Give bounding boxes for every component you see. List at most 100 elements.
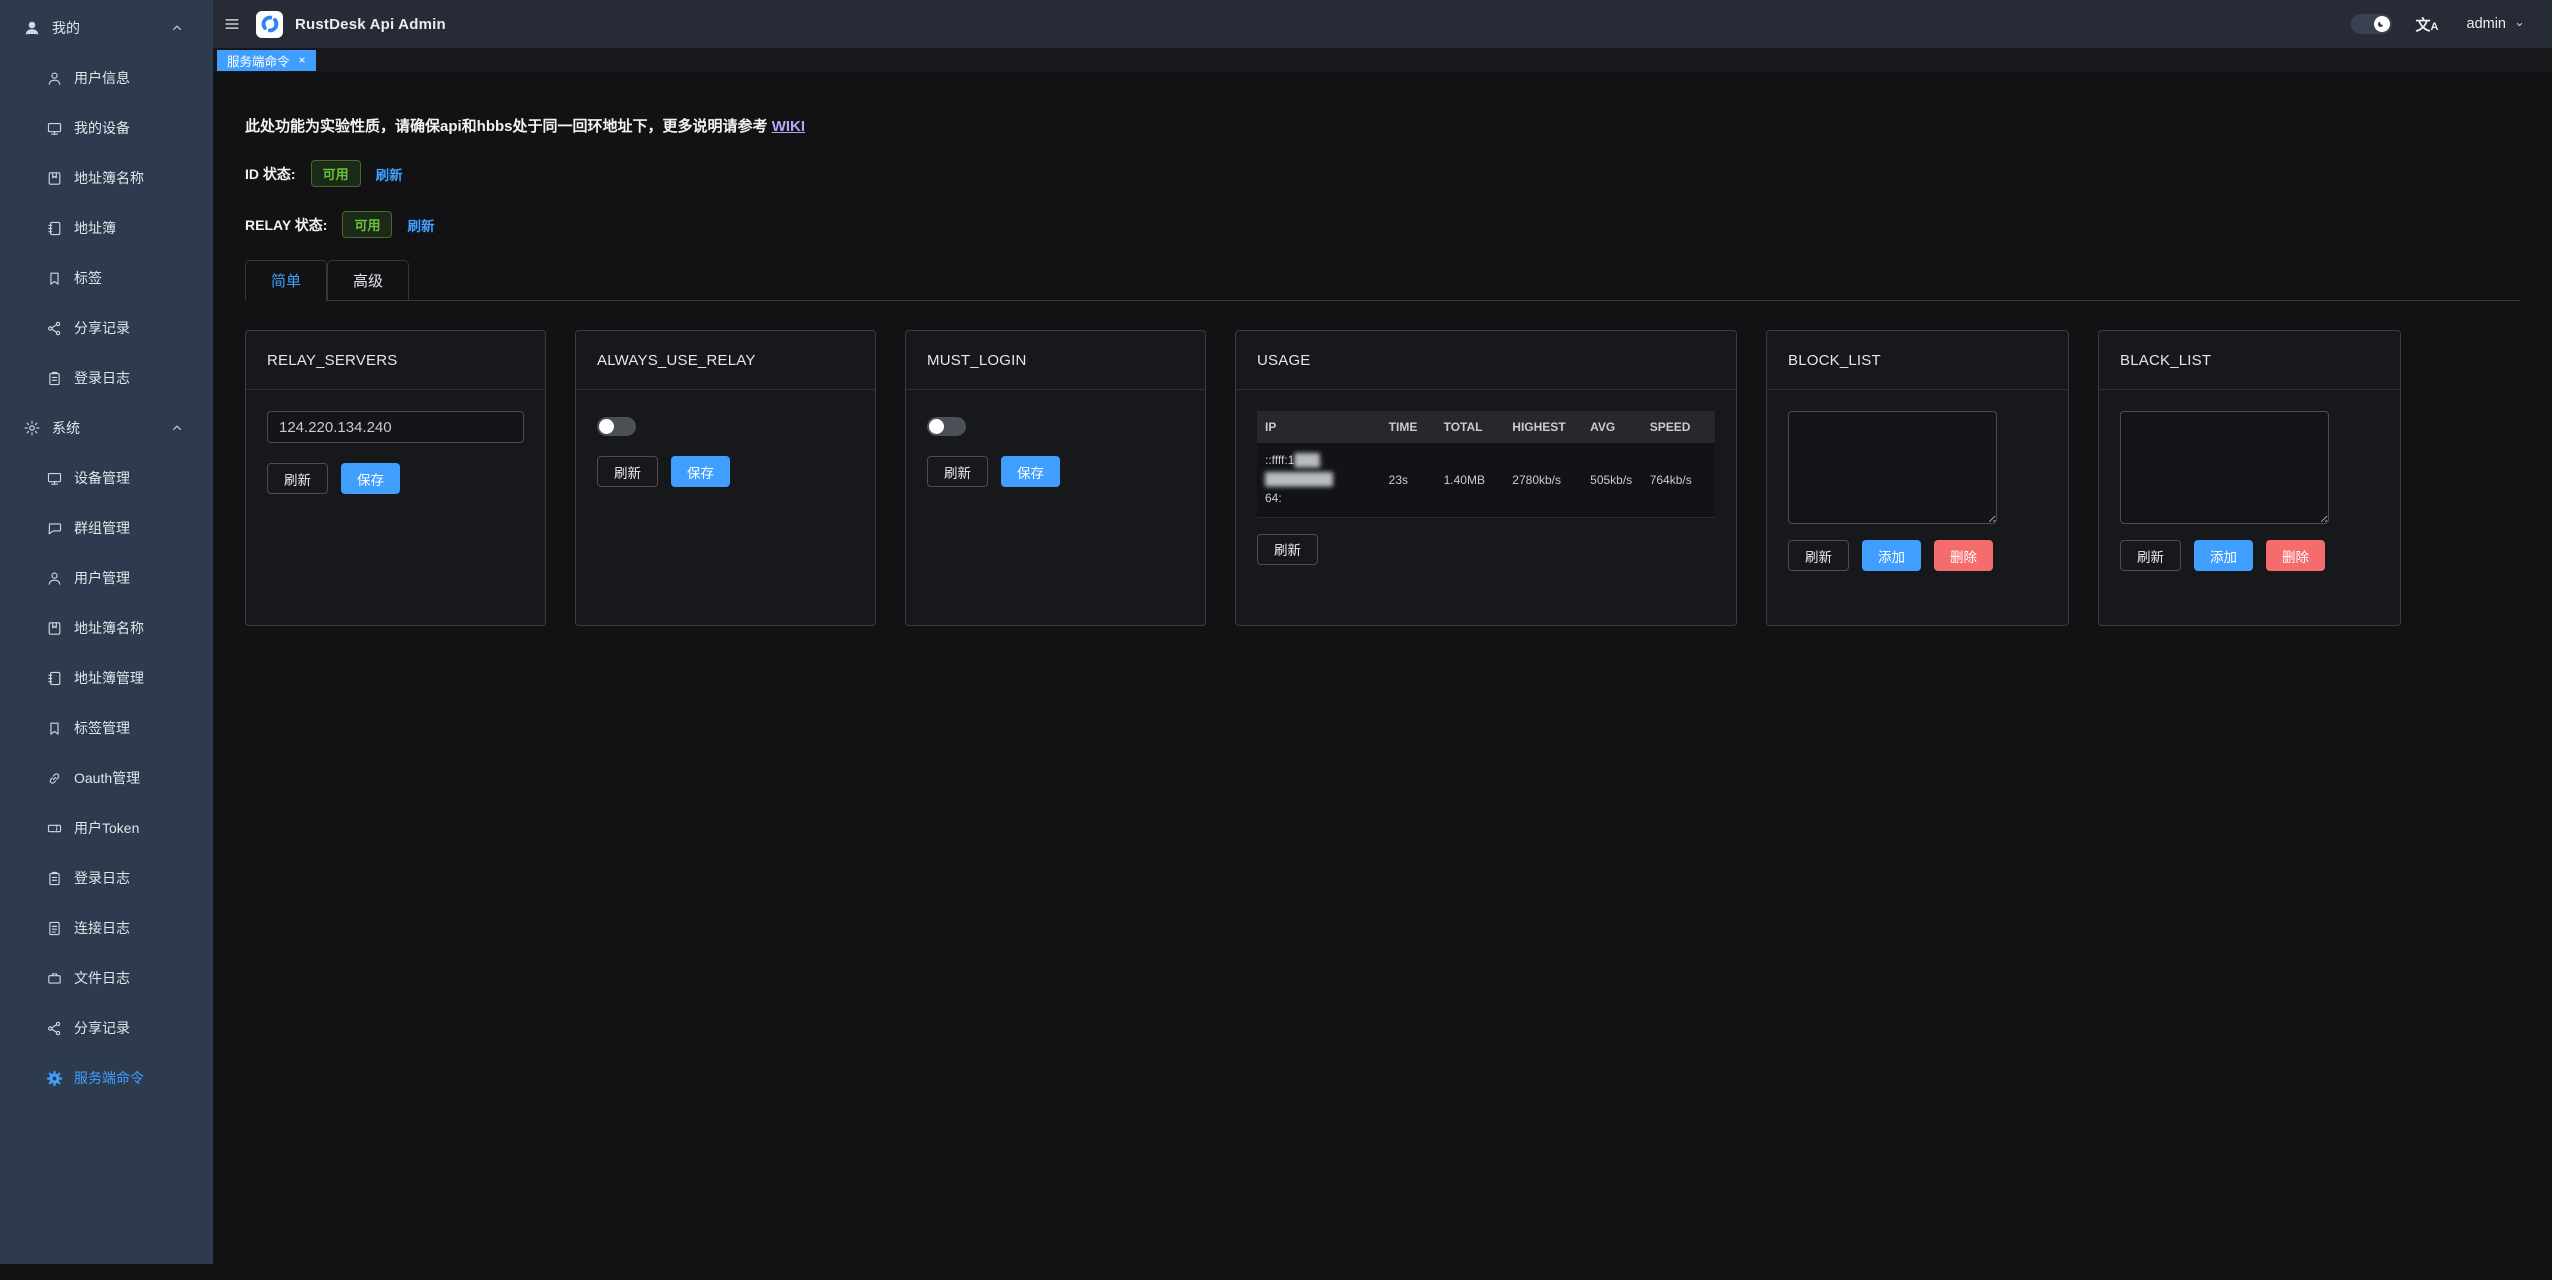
collapse-sidebar-icon[interactable] [223,15,241,33]
sidebar-item-user-token[interactable]: 用户Token [0,803,213,853]
sidebar-item-address-book-names[interactable]: 地址簿名称 [0,153,213,203]
sidebar-item-device-management[interactable]: 设备管理 [0,453,213,503]
tab-advanced[interactable]: 高级 [327,260,409,300]
button-row: 刷新 保存 [267,463,524,494]
sidebar-item-label: 文件日志 [74,968,130,988]
sidebar-item-share-records[interactable]: 分享记录 [0,303,213,353]
column-header: TOTAL [1436,411,1505,443]
card-title: USAGE [1236,331,1736,390]
main-content: 此处功能为实验性质，请确保api和hbbs处于同一回环地址下，更多说明请参考 W… [213,72,2552,1280]
sidebar-item-group-management[interactable]: 群组管理 [0,503,213,553]
folder-icon [46,970,63,987]
sidebar-item-label: 地址簿管理 [74,668,144,688]
sidebar-section-system[interactable]: 系统 [0,403,213,453]
black-list-textarea[interactable] [2120,411,2329,524]
wiki-link[interactable]: WIKI [772,118,805,135]
rustdesk-logo-icon [259,13,281,35]
sidebar-item-tags[interactable]: 标签 [0,253,213,303]
delete-button[interactable]: 删除 [1934,540,1993,571]
rustdesk-logo [256,11,283,38]
tab-simple[interactable]: 简单 [245,260,327,301]
link-icon [46,770,63,787]
sidebar-item-label: 分享记录 [74,1018,130,1038]
usage-table: IP TIME TOTAL HIGHEST AVG SPEED ::ffff:1… [1257,411,1715,518]
user-filled-icon [23,19,41,37]
sidebar-item-oauth-management[interactable]: Oauth管理 [0,753,213,803]
save-button[interactable]: 保存 [671,456,730,487]
sidebar-item-login-logs[interactable]: 登录日志 [0,353,213,403]
refresh-link[interactable]: 刷新 [407,215,434,235]
sidebar-section-my[interactable]: 我的 [0,3,213,53]
sidebar-item-my-devices[interactable]: 我的设备 [0,103,213,153]
tab-label: 服务端命令 [227,51,290,70]
id-status-row: ID 状态: 可用 刷新 [245,160,2552,187]
close-icon[interactable]: × [299,54,306,66]
sidebar-item-file-logs[interactable]: 文件日志 [0,953,213,1003]
user-menu[interactable]: admin [2467,16,2527,32]
relay-servers-input[interactable] [267,411,524,443]
card-body: 刷新 保存 [246,390,545,515]
notice-text: 此处功能为实验性质，请确保api和hbbs处于同一回环地址下，更多说明请参考 [245,118,772,135]
refresh-button[interactable]: 刷新 [2120,540,2181,571]
share-icon [46,1020,63,1037]
relay-status-row: RELAY 状态: 可用 刷新 [245,211,2552,238]
sidebar-item-connection-logs[interactable]: 连接日志 [0,903,213,953]
always-use-relay-toggle[interactable] [597,417,636,436]
sidebar-item-label: 标签管理 [74,718,130,738]
card-relay-servers: RELAY_SERVERS 刷新 保存 [245,330,546,626]
experimental-notice: 此处功能为实验性质，请确保api和hbbs处于同一回环地址下，更多说明请参考 W… [213,72,2552,136]
dark-mode-toggle[interactable] [2351,14,2392,34]
redacted-ip: ███. [1294,453,1323,467]
refresh-button[interactable]: 刷新 [597,456,658,487]
language-switch-icon[interactable]: 文A [2416,14,2439,35]
delete-button[interactable]: 删除 [2266,540,2325,571]
sidebar-item-label: 设备管理 [74,468,130,488]
status-badge: 可用 [342,211,392,238]
sidebar-item-label: 地址簿名称 [74,618,144,638]
refresh-button[interactable]: 刷新 [1788,540,1849,571]
add-button[interactable]: 添加 [1862,540,1921,571]
redacted-ip: ████████ [1265,472,1333,486]
ip-visible: ::ffff:1 [1265,453,1294,467]
cards-row: RELAY_SERVERS 刷新 保存 ALWAYS_USE_RELAY 刷新 … [245,330,2520,626]
chevron-up-icon [168,419,186,437]
add-button[interactable]: 添加 [2194,540,2253,571]
sidebar-item-login-logs-admin[interactable]: 登录日志 [0,853,213,903]
id-status-label: ID 状态: [245,164,296,184]
share-icon [46,320,63,337]
sidebar-item-address-book-names-admin[interactable]: 地址簿名称 [0,603,213,653]
sidebar-item-user-management[interactable]: 用户管理 [0,553,213,603]
gear-filled-icon [46,1070,63,1087]
document-icon [46,920,63,937]
dark-mode-knob [2374,16,2390,32]
tab-server-commands[interactable]: 服务端命令 × [217,50,316,71]
speed-cell: 764kb/s [1642,443,1715,517]
sidebar-item-label: 用户信息 [74,68,130,88]
clipboard-icon [46,370,63,387]
sidebar-item-user-info[interactable]: 用户信息 [0,53,213,103]
save-button[interactable]: 保存 [1001,456,1060,487]
save-button[interactable]: 保存 [341,463,400,494]
sidebar-item-tag-management[interactable]: 标签管理 [0,703,213,753]
block-list-textarea[interactable] [1788,411,1997,524]
refresh-button[interactable]: 刷新 [1257,534,1318,565]
sidebar-item-label: 登录日志 [74,868,130,888]
column-header: HIGHEST [1504,411,1582,443]
button-row: 刷新 保存 [597,456,854,487]
must-login-toggle[interactable] [927,417,966,436]
app-title: RustDesk Api Admin [295,16,446,33]
sidebar-item-share-records-admin[interactable]: 分享记录 [0,1003,213,1053]
sidebar-item-server-commands[interactable]: 服务端命令 [0,1053,213,1103]
card-body: 刷新 添加 删除 [1767,390,2068,592]
refresh-button[interactable]: 刷新 [267,463,328,494]
sidebar-item-address-book-management[interactable]: 地址簿管理 [0,653,213,703]
moon-icon [2376,19,2387,30]
ip-visible: 64: [1265,491,1282,505]
monitor-icon [46,470,63,487]
sidebar-item-label: 群组管理 [74,518,130,538]
bookmark-icon [46,270,63,287]
refresh-button[interactable]: 刷新 [927,456,988,487]
sidebar-item-address-book[interactable]: 地址簿 [0,203,213,253]
chevron-up-icon [168,19,186,37]
refresh-link[interactable]: 刷新 [376,164,403,184]
